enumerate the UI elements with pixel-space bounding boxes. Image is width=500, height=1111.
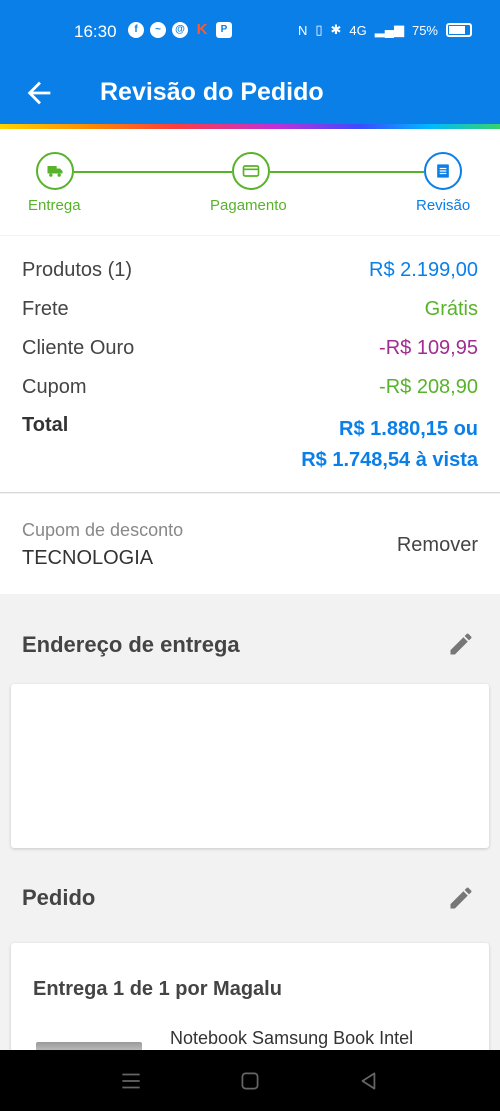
square-icon [241, 1072, 259, 1090]
total-cash: R$ 1.748,54 à vista [301, 449, 478, 471]
coupon-code: TECNOLOGIA [22, 547, 154, 569]
summary-row-shipping: Frete Grátis [22, 298, 478, 328]
nfc-icon: N [297, 22, 308, 38]
step-label-review: Revisão [416, 197, 471, 214]
step-connector [74, 171, 232, 173]
shipping-label: Frete [22, 298, 69, 320]
pencil-icon [450, 633, 472, 655]
address-section-title: Endereço de entrega [22, 632, 240, 657]
order-section-title: Pedido [22, 885, 96, 910]
coupon-section: Cupom de desconto TECNOLOGIA Remover [0, 494, 500, 594]
arrow-left-icon [27, 81, 51, 105]
step-delivery[interactable] [36, 152, 74, 190]
app-bar: Revisão do Pedido [0, 62, 500, 124]
coupon-discount-value: -R$ 208,90 [379, 376, 478, 398]
remove-coupon-button[interactable]: Remover [397, 534, 478, 557]
summary-row-gold-client: Cliente Ouro -R$ 109,95 [22, 337, 478, 367]
step-label-payment: Pagamento [210, 197, 287, 214]
step-review[interactable] [424, 152, 462, 190]
signal-icon: ▂▄▆ [374, 22, 404, 37]
edit-order-button[interactable] [447, 884, 475, 912]
summary-row-products: Produtos (1) R$ 2.199,00 [22, 259, 478, 289]
edit-address-button[interactable] [447, 630, 475, 658]
truck-icon [47, 166, 63, 177]
top-bar: 16:30 f ~ @ K P N ▯ ✱ 4G ▂▄▆ 75% Revisão… [0, 0, 500, 129]
k-app-icon: K [196, 21, 208, 38]
facebook-icon: f [128, 22, 144, 38]
status-bar: 16:30 f ~ @ K P N ▯ ✱ 4G ▂▄▆ 75% [0, 0, 500, 62]
step-label-delivery: Entrega [28, 197, 81, 214]
total-installment: R$ 1.880,15 ou [339, 418, 478, 440]
triangle-back-icon [361, 1072, 376, 1090]
coupon-field-label: Cupom de desconto [22, 520, 184, 540]
receipt-icon [437, 164, 449, 178]
network-label: 4G [349, 22, 367, 38]
gold-client-value: -R$ 109,95 [379, 337, 478, 359]
address-card[interactable] [11, 684, 489, 848]
gold-client-label: Cliente Ouro [22, 337, 135, 359]
vibrate-icon: ▯ [315, 22, 323, 37]
coupon-label: Cupom [22, 376, 87, 398]
battery-icon [446, 23, 472, 37]
messenger-icon: P [216, 22, 232, 38]
bluetooth-icon: ✱ [330, 22, 342, 37]
menu-icon [122, 1073, 140, 1089]
total-value: R$ 1.880,15 ou R$ 1.748,54 à vista [301, 414, 478, 476]
step-payment[interactable] [232, 152, 270, 190]
app-icon: @ [172, 22, 188, 38]
notification-icons: f ~ @ K P [128, 22, 232, 38]
summary-row-coupon: Cupom -R$ 208,90 [22, 376, 478, 406]
boat-icon: ~ [150, 22, 166, 38]
order-card: Entrega 1 de 1 por Magalu Notebook Samsu… [11, 943, 489, 1063]
product-name[interactable]: Notebook Samsung Book Intel [170, 1028, 413, 1049]
shipping-value: Grátis [424, 298, 478, 320]
page-title: Revisão do Pedido [100, 78, 324, 106]
recent-apps-button[interactable] [118, 1068, 144, 1094]
step-connector [270, 171, 424, 173]
products-label: Produtos (1) [22, 259, 133, 281]
system-back-button[interactable] [356, 1068, 382, 1094]
home-button[interactable] [237, 1068, 263, 1094]
checkout-stepper: Entrega Pagamento Revisão [0, 129, 500, 235]
credit-card-icon [242, 165, 260, 177]
back-button[interactable] [22, 76, 56, 110]
status-time: 16:30 [74, 22, 117, 41]
total-label: Total [22, 414, 69, 436]
system-nav-bar [0, 1050, 500, 1111]
system-icons: N ▯ ✱ 4G ▂▄▆ 75% [298, 22, 472, 38]
order-review-screen: 16:30 f ~ @ K P N ▯ ✱ 4G ▂▄▆ 75% Revisão… [0, 0, 500, 1111]
order-summary: Produtos (1) R$ 2.199,00 Frete Grátis Cl… [0, 236, 500, 493]
products-value: R$ 2.199,00 [369, 259, 478, 281]
delivery-title: Entrega 1 de 1 por Magalu [33, 978, 282, 1000]
pencil-icon [450, 887, 472, 909]
battery-percent: 75% [411, 22, 438, 38]
